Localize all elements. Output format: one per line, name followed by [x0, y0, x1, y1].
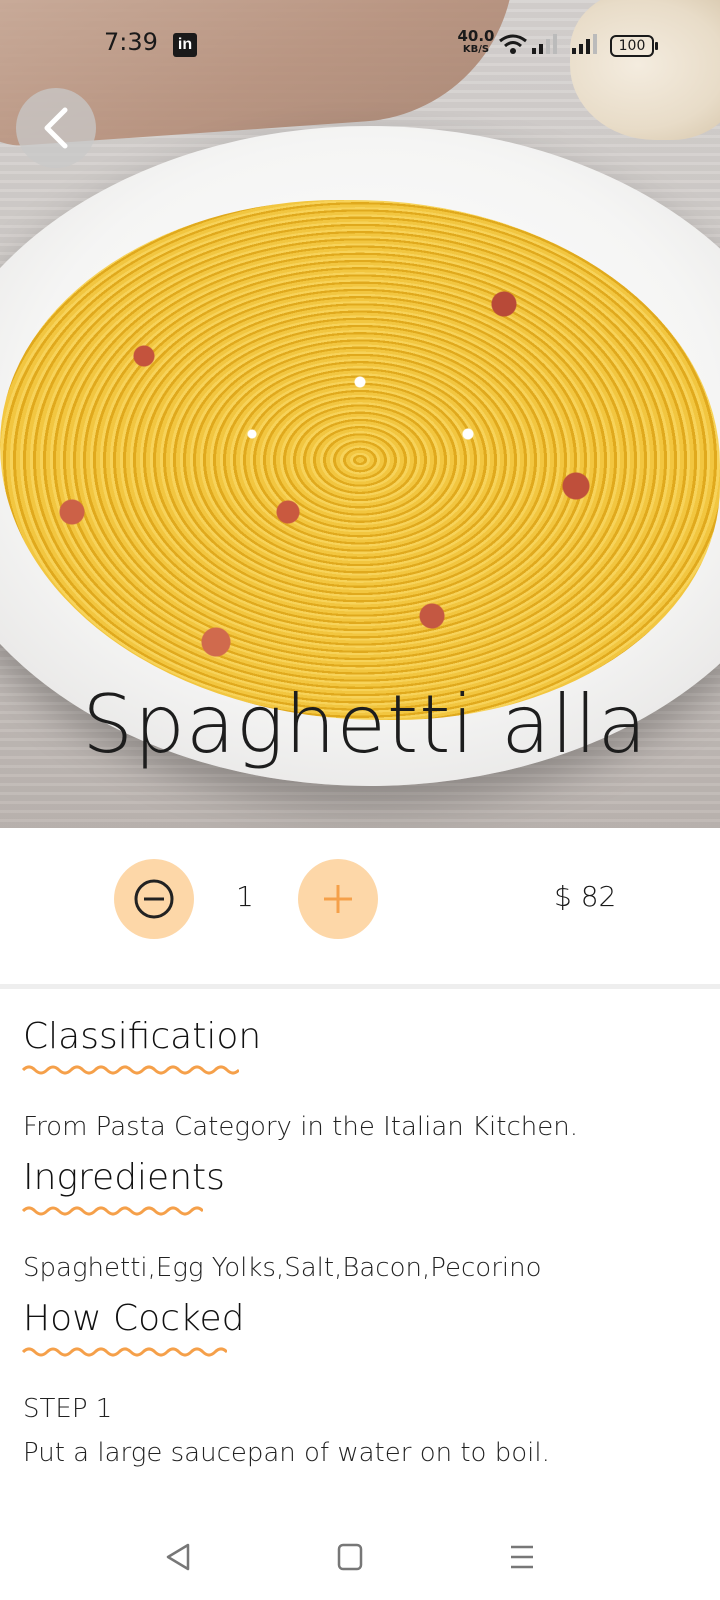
decrease-quantity-button[interactable] — [114, 859, 194, 939]
system-nav-bar — [0, 1520, 720, 1600]
method-heading: How Cocked — [23, 1298, 245, 1339]
price-label: $ 82 — [554, 880, 617, 913]
step-label: STEP 1 — [23, 1394, 113, 1424]
signal-icon-2 — [572, 34, 597, 54]
ingredients-heading: Ingredients — [23, 1157, 225, 1198]
wifi-icon — [499, 34, 527, 54]
nav-menu-icon[interactable] — [508, 1542, 536, 1572]
linkedin-icon: in — [173, 33, 197, 57]
signal-icon — [532, 34, 557, 54]
classification-text: From Pasta Category in the Italian Kitch… — [23, 1112, 578, 1142]
network-speed: 40.0 KB/S — [456, 27, 496, 56]
ingredients-text: Spaghetti,Egg Yolks,Salt,Bacon,Pecorino — [23, 1253, 542, 1283]
divider — [0, 984, 720, 989]
ingredients-underline — [21, 1206, 203, 1216]
plus-icon — [324, 885, 352, 913]
nav-home-icon[interactable] — [336, 1542, 364, 1572]
step-text: Put a large saucepan of water on to boil… — [23, 1438, 550, 1468]
quantity-value: 1 — [236, 880, 254, 913]
status-bar: 7:39 in 40.0 KB/S 100 — [0, 0, 720, 90]
increase-quantity-button[interactable] — [298, 859, 378, 939]
minus-icon — [134, 879, 174, 919]
back-icon — [44, 107, 68, 149]
network-speed-value: 40.0 — [457, 27, 495, 45]
dish-title: Spaghetti alla — [82, 678, 648, 771]
hero-image: Spaghetti alla — [0, 0, 720, 828]
quantity-row: 1 $ 82 — [0, 828, 720, 986]
nav-back-icon[interactable] — [164, 1542, 192, 1572]
classification-underline — [21, 1065, 239, 1075]
back-button[interactable] — [16, 88, 96, 168]
classification-heading: Classification — [23, 1016, 262, 1057]
status-time: 7:39 — [104, 28, 158, 56]
battery-indicator: 100 — [610, 35, 658, 57]
method-underline — [21, 1347, 227, 1357]
